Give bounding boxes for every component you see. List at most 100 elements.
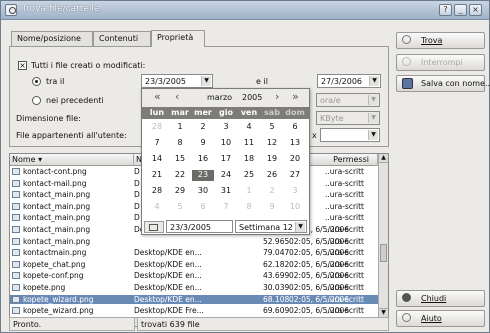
calendar-day[interactable]: 27 xyxy=(284,170,306,181)
next-month-icon[interactable]: › xyxy=(275,91,279,103)
calendar-date-value: 23/3/2005 xyxy=(170,223,212,232)
calendar-day[interactable]: 30 xyxy=(192,186,214,197)
between-radio[interactable] xyxy=(32,77,41,86)
table-row[interactable]: kopete_wizard.png Desktop/KDE en... 68.108… xyxy=(10,294,378,304)
table-row[interactable]: kopete-conf.png Desktop/KDE en... 43.699 02… xyxy=(10,271,378,280)
calendar-day[interactable]: 4 xyxy=(146,202,168,213)
calendar-day[interactable]: 21 xyxy=(146,170,168,181)
all-files-checkbox[interactable]: × xyxy=(18,61,27,70)
cell-perm: ..ura-scritt xyxy=(325,201,364,211)
calendar-year[interactable]: 2005 xyxy=(242,93,262,102)
tab-contents[interactable]: Contenuti xyxy=(93,31,151,47)
calendar-day[interactable]: 29 xyxy=(169,186,191,197)
calendar-day[interactable]: 20 xyxy=(284,154,306,165)
calendar-day[interactable]: 9 xyxy=(192,138,214,149)
floppy-icon xyxy=(402,78,413,89)
calendar-day[interactable]: 31 xyxy=(215,186,237,197)
size-unit-combo[interactable]: KByte ▼ xyxy=(316,111,380,125)
cell-folder: Desktop/KDE en... xyxy=(134,283,202,292)
previous-unit-combo[interactable]: ora/e ▼ xyxy=(316,93,380,107)
calendar-day[interactable]: 10 xyxy=(284,202,306,213)
calendar-day[interactable]: 17 xyxy=(215,154,237,165)
calendar-day[interactable]: 24 xyxy=(215,170,237,181)
table-row[interactable]: kontactmain.png Desktop/KDE en... 79.047 02… xyxy=(10,248,378,257)
calendar-day[interactable]: 7 xyxy=(146,138,168,149)
calendar-day[interactable]: 6 xyxy=(284,122,306,133)
calendar-day[interactable]: 12 xyxy=(261,138,283,149)
image-file-icon xyxy=(12,272,20,280)
calendar-day[interactable]: 11 xyxy=(238,138,260,149)
calendar-day[interactable]: 6 xyxy=(192,202,214,213)
cell-name: kontact-cont.png xyxy=(23,167,87,176)
date-from-value: 23/3/2005 xyxy=(145,77,187,86)
calendar-day[interactable]: 1 xyxy=(169,122,191,133)
calendar-day[interactable]: 3 xyxy=(284,186,306,197)
scroll-thumb[interactable] xyxy=(380,244,387,262)
next-year-icon[interactable]: » xyxy=(292,91,299,103)
prev-month-icon[interactable]: ‹ xyxy=(175,91,179,103)
window-title: Trova file/cartelle xyxy=(22,4,100,14)
calendar-day[interactable]: 9 xyxy=(261,202,283,213)
calendar-day[interactable]: 4 xyxy=(238,122,260,133)
help-button[interactable]: Aiuto xyxy=(396,310,485,327)
calendar-day[interactable]: 28 xyxy=(146,186,168,197)
minimize-button[interactable]: _ xyxy=(454,4,467,16)
calendar-day[interactable]: 23 xyxy=(192,170,214,181)
calendar-day[interactable]: 5 xyxy=(261,122,283,133)
cell-size: 68.108 xyxy=(263,294,290,304)
calendar-day[interactable]: 19 xyxy=(261,154,283,165)
scroll-down-arrow[interactable]: ▼ xyxy=(379,308,388,317)
cell-name: kopete-conf.png xyxy=(23,271,84,281)
calendar-day[interactable]: 28 xyxy=(146,122,168,133)
calendar-day[interactable]: 15 xyxy=(169,154,191,165)
save-as-button[interactable]: Salva con nome... xyxy=(396,75,490,92)
find-button[interactable]: Trova xyxy=(396,32,485,49)
calendar-day[interactable]: 25 xyxy=(238,170,260,181)
help-window-button[interactable]: ? xyxy=(439,4,452,16)
calendar-day[interactable]: 2 xyxy=(261,186,283,197)
calendar-month[interactable]: marzo xyxy=(207,93,232,102)
calendar-day[interactable]: 14 xyxy=(146,154,168,165)
close-window-button[interactable]: × xyxy=(469,4,482,16)
scroll-up-arrow[interactable]: ▲ xyxy=(379,154,388,163)
prev-year-icon[interactable]: « xyxy=(154,91,161,103)
calendar-day[interactable]: 16 xyxy=(192,154,214,165)
today-button[interactable] xyxy=(144,221,164,233)
date-from-combo[interactable]: 23/3/2005 ▼ xyxy=(141,74,213,88)
calendar-day[interactable]: 26 xyxy=(261,170,283,181)
calendar-day[interactable]: 2 xyxy=(192,122,214,133)
date-picker-popup[interactable]: « ‹ marzo 2005 › » lun mar mer gio ven sab dom… xyxy=(141,88,310,235)
calendar-day[interactable]: 13 xyxy=(284,138,306,149)
cell-perm: ..ura-scritt xyxy=(325,167,364,176)
column-permissions[interactable]: Permessi xyxy=(302,154,378,166)
calendar-day[interactable]: 7 xyxy=(215,202,237,213)
calendar-day[interactable]: 8 xyxy=(238,202,260,213)
weekday-label: mar xyxy=(171,108,189,117)
table-row[interactable]: kopete.png Desktop/KDE en... 30.039 02:05, … xyxy=(10,283,378,292)
calendar-day[interactable]: 1 xyxy=(238,186,260,197)
owner-combo[interactable]: ▼ xyxy=(320,128,380,142)
table-row[interactable]: kopete_chat.png Desktop/KDE en... 62.182 02… xyxy=(10,260,378,269)
calendar-day[interactable]: 5 xyxy=(169,202,191,213)
tab-name-location[interactable]: Nome/posizione xyxy=(11,31,93,47)
calendar-date-field[interactable]: 23/3/2005 xyxy=(166,220,233,233)
table-row[interactable]: kopete_wizard.png Desktop/KDE Fre... 69.60… xyxy=(10,306,378,315)
column-name[interactable]: Nome ▾ xyxy=(10,154,134,166)
previous-radio[interactable] xyxy=(32,96,41,105)
close-button[interactable]: Chiudi xyxy=(396,290,485,307)
calendar-day[interactable]: 3 xyxy=(215,122,237,133)
stop-button[interactable]: Interrompi xyxy=(396,54,485,71)
magnifier-icon xyxy=(402,35,411,44)
cell-name: kontactmain.png xyxy=(23,248,87,258)
week-select[interactable]: Settimana 12 ▼ xyxy=(235,220,307,233)
calendar-day[interactable]: 10 xyxy=(215,138,237,149)
table-row[interactable]: kontact_main.png 52.965 02:05, 6/5/2006 ..u… xyxy=(10,237,378,246)
tab-properties[interactable]: Proprietà xyxy=(151,30,205,47)
vertical-scrollbar[interactable]: ▲ ▼ xyxy=(378,154,388,326)
date-to-combo[interactable]: 27/3/2006 ▼ xyxy=(317,74,381,88)
cell-folder: Desktop/KDE en... xyxy=(134,294,202,304)
calendar-day[interactable]: 22 xyxy=(169,170,191,181)
help-label: Aiuto xyxy=(421,314,442,323)
calendar-day[interactable]: 18 xyxy=(238,154,260,165)
calendar-day[interactable]: 8 xyxy=(169,138,191,149)
